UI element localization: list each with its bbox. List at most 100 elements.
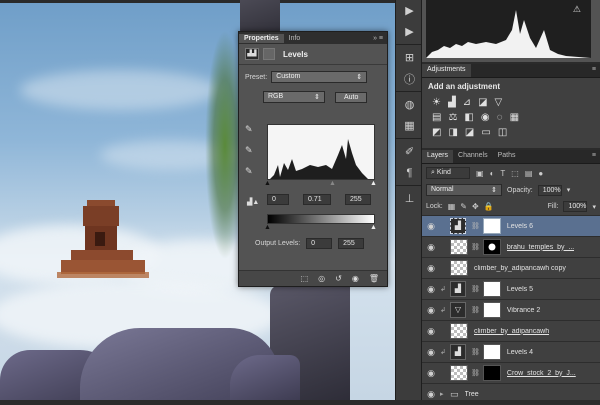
midtone-handle[interactable]: ▲ [329,180,336,187]
levels-adj-icon[interactable]: ▟ [448,97,456,108]
panel-menu-icon[interactable]: » ≡ [373,35,387,42]
mask-thumbnail[interactable] [482,239,501,255]
exposure-icon[interactable]: ◪ [478,97,487,108]
character-icon[interactable]: ¶ [396,162,423,183]
visibility-icon[interactable]: ◉ [352,274,359,283]
input-mid-field[interactable]: 0.71 [303,194,331,205]
gradient-map-icon[interactable]: ▭ [481,127,490,138]
tab-paths[interactable]: Paths [493,150,521,163]
expand-arrow-icon[interactable]: ▸ [440,390,450,398]
tool-presets-icon[interactable]: ⊥ [396,188,423,209]
photo-filter-icon[interactable]: ◉ [481,112,490,123]
layer-row-vibrance-2[interactable]: ◉ ↲ ▽ ⛓ Vibrance 2 [422,300,600,321]
trash-icon[interactable]: 🗑 [369,274,379,283]
input-black-field[interactable]: 0 [267,194,289,205]
filter-toggle-icon[interactable]: ● [538,169,543,178]
color-icon[interactable]: ◍ [396,94,423,115]
curves-icon[interactable]: ⊿ [463,97,471,108]
layer-name[interactable]: Levels 6 [507,223,533,230]
mask-thumbnail[interactable] [482,344,501,360]
layer-row-levels-5[interactable]: ◉ ↲ ▟ ⛓ Levels 5 [422,279,600,300]
mask-thumbnail[interactable] [482,302,501,318]
opacity-stepper[interactable]: ▾ [567,186,571,194]
document-canvas[interactable]: Properties Info » ≡ ▟▟ Levels Preset: Cu… [0,0,395,400]
output-white-handle[interactable]: ▲ [370,224,377,231]
output-black-handle[interactable]: ▲ [264,224,271,231]
output-slider[interactable]: ▲ ▲ [264,224,377,231]
tab-adjustments[interactable]: Adjustments [422,64,471,77]
lock-all-icon[interactable]: 🔒 [484,202,494,211]
eye-icon[interactable]: ◉ [422,368,440,379]
layer-row-levels-6[interactable]: ◉ ▟ ⛓ Levels 6 [422,216,600,237]
mask-thumbnail[interactable] [482,281,501,297]
panel-menu-icon[interactable]: ≡ [588,150,600,163]
eye-icon[interactable]: ◉ [422,326,440,337]
hue-saturation-icon[interactable]: ▤ [432,112,441,123]
eye-icon[interactable]: ◉ [422,263,440,274]
eyedropper-white-icon[interactable]: ✎ [245,166,253,177]
layer-name[interactable]: Levels 4 [507,349,533,356]
play-icon[interactable]: ▶ [396,0,423,21]
tab-properties[interactable]: Properties [239,33,284,43]
fill-stepper[interactable]: ▾ [592,203,596,211]
opacity-field[interactable]: 100% [537,184,562,196]
eye-icon[interactable]: ◉ [422,305,440,316]
tab-channels[interactable]: Channels [453,150,493,163]
brightness-icon[interactable]: ☀ [432,97,441,108]
channel-dropdown[interactable]: RGB ⇕ [263,91,325,103]
panel-menu-icon[interactable]: ≡ [588,64,600,77]
fill-field[interactable]: 100% [563,201,588,212]
eye-icon[interactable]: ◉ [422,389,440,400]
output-black-field[interactable]: 0 [306,238,333,249]
black-point-handle[interactable]: ▲ [264,180,271,187]
lock-image-icon[interactable]: ✎ [460,202,467,211]
input-slider[interactable]: ▲ ▲ ▲ [264,180,377,187]
layer-name[interactable]: Crow_stock_2_by_J... [507,370,576,377]
layer-row-brahu-temples[interactable]: ◉ ⛓ brahu_temples_by_... [422,237,600,258]
layer-row-tree[interactable]: ◉ ▸ ▭ Tree [422,384,600,405]
layer-name[interactable]: climber_by_adipancawh copy [474,265,566,272]
color-balance-icon[interactable]: ⚖ [448,112,457,123]
layer-row-levels-4[interactable]: ◉ ↲ ▟ ⛓ Levels 4 [422,342,600,363]
reset-icon[interactable]: ↺ [335,274,342,283]
output-white-field[interactable]: 255 [338,238,365,249]
eye-icon[interactable]: ◉ [422,347,440,358]
threshold-icon[interactable]: ◪ [465,127,474,138]
layer-name[interactable]: Vibrance 2 [507,307,540,314]
preset-dropdown[interactable]: Custom ⇕ [271,71,368,83]
play-icon[interactable]: ▶ [396,21,423,42]
lock-transparent-icon[interactable]: ▦ [448,202,456,211]
black-white-icon[interactable]: ◧ [464,112,473,123]
eye-icon[interactable]: ◉ [422,242,440,253]
filter-adjustment-icon[interactable]: ◐ [490,169,495,178]
input-white-field[interactable]: 255 [345,194,371,205]
selective-color-icon[interactable]: ◫ [498,127,507,138]
mask-icon[interactable] [263,48,275,60]
eye-icon[interactable]: ◉ [422,221,440,232]
properties-dock-icon[interactable]: ⊞ [396,47,423,68]
layer-name[interactable]: brahu_temples_by_... [507,244,574,251]
filter-kind-dropdown[interactable]: ⌕ Kind [426,167,470,179]
warning-icon[interactable]: ⚠ [573,4,581,15]
info-icon[interactable]: ⓘ [396,68,423,89]
tab-info[interactable]: Info [284,34,306,43]
blend-mode-dropdown[interactable]: Normal ⇕ [426,184,502,196]
filter-pixel-icon[interactable]: ▣ [476,169,484,178]
mask-thumbnail[interactable] [482,218,501,234]
filter-shape-icon[interactable]: ⬚ [511,169,519,178]
brush-icon[interactable]: ✐ [396,141,423,162]
lock-position-icon[interactable]: ✥ [472,202,479,211]
tab-layers[interactable]: Layers [422,150,454,163]
mask-thumbnail[interactable] [482,365,501,381]
filter-smart-icon[interactable]: ▤ [525,169,533,178]
color-lookup-icon[interactable]: ▦ [510,112,519,123]
layer-row-climber[interactable]: ◉ climber_by_adipancawh [422,321,600,342]
vibrance-icon[interactable]: ▽ [495,97,503,108]
invert-icon[interactable]: ◩ [432,127,441,138]
layer-name[interactable]: climber_by_adipancawh [474,328,549,335]
white-point-handle[interactable]: ▲ [370,180,377,187]
layer-row-crow-stock[interactable]: ◉ ⛓ Crow_stock_2_by_J... [422,363,600,384]
layer-name[interactable]: Levels 5 [507,286,533,293]
eyedropper-gray-icon[interactable]: ✎ [245,145,253,156]
view-previous-icon[interactable]: ◎ [318,274,325,283]
